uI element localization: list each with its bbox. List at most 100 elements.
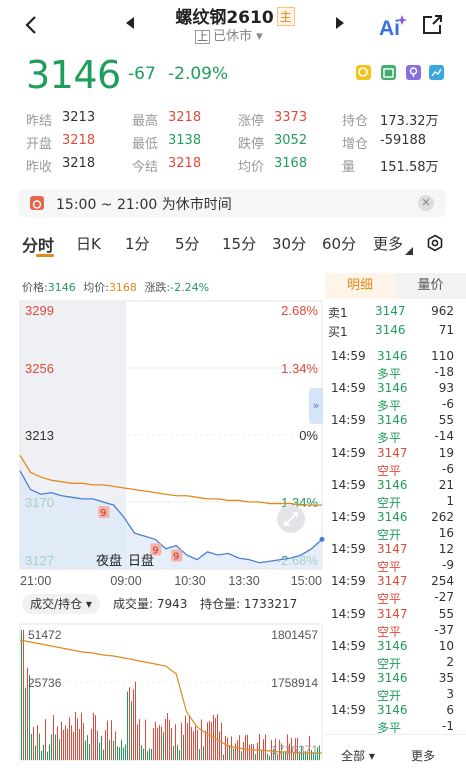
volume-bar xyxy=(189,715,190,760)
trade-row-detail: 空开 2 xyxy=(325,655,466,671)
more-trades-button[interactable]: 更多 xyxy=(411,747,435,764)
search-quote-icon[interactable] xyxy=(356,65,371,80)
market-status[interactable]: 上已休市 ▾ xyxy=(195,25,263,44)
tab-1min[interactable]: 1分 xyxy=(125,233,150,254)
trade-row: 14:59 3146 6 xyxy=(325,703,466,719)
oi-info: 持仓量: 1733217 xyxy=(200,595,297,612)
trade-qty: 254 xyxy=(431,574,454,589)
volume-bar xyxy=(73,731,74,760)
stat-label: 涨停 xyxy=(238,114,265,129)
trade-price: 3146 xyxy=(377,477,408,492)
volume-bar xyxy=(245,735,246,760)
trade-oi-change: -6 xyxy=(442,397,454,412)
trade-time: 14:59 xyxy=(331,349,366,363)
volume-value: 7943 xyxy=(156,597,188,611)
volume-bar xyxy=(241,751,242,760)
detail-footer: 全部 ▾ 更多 xyxy=(325,734,466,775)
volume-bar xyxy=(265,734,266,760)
trade-row: 14:59 3147 254 xyxy=(325,574,466,590)
volume-bar xyxy=(49,744,50,760)
stat-label: 最高 xyxy=(132,114,159,129)
trade-row-detail: 多平 -6 xyxy=(325,397,466,413)
tab-more[interactable]: 更多 xyxy=(373,233,414,255)
trade-price: 3147 xyxy=(377,574,408,589)
volume-bar xyxy=(263,739,264,760)
trade-time: 14:59 xyxy=(331,703,366,718)
trade-type: 空开 xyxy=(377,528,402,542)
tab-volume-price[interactable]: 量价 xyxy=(395,273,466,299)
tab-intraday[interactable]: 分时 xyxy=(22,232,54,256)
insight-icon[interactable] xyxy=(406,65,421,80)
chart-stats-icon[interactable] xyxy=(429,65,444,80)
alarm-clock-icon xyxy=(30,196,44,210)
volume-bar xyxy=(149,748,150,760)
trade-row: 14:59 3146 10 xyxy=(325,639,466,655)
marker-label: 9 xyxy=(173,552,179,563)
volume-bar xyxy=(217,714,218,760)
volume-oi-chart[interactable]: 51472 25736 1801457 1758914 1716371 xyxy=(0,622,325,762)
volume-bar xyxy=(135,681,136,760)
trade-type: 多平 xyxy=(377,367,402,381)
volume-bar xyxy=(181,722,182,760)
trade-time: 14:59 xyxy=(331,413,366,428)
stat-value: 3218 xyxy=(168,110,202,125)
stat-value: -59188 xyxy=(380,133,427,148)
volume-bar xyxy=(185,715,186,760)
close-icon[interactable]: ✕ xyxy=(418,195,434,211)
calendar-icon[interactable] xyxy=(381,65,396,80)
svg-text:Ai: Ai xyxy=(379,17,400,40)
trade-price: 3147 xyxy=(377,445,408,460)
volume-bar xyxy=(59,739,60,760)
trade-row-detail: 多平 -14 xyxy=(325,429,466,445)
volume-bar xyxy=(187,723,188,760)
share-icon[interactable] xyxy=(421,14,443,36)
tab-60min[interactable]: 60分 xyxy=(322,233,356,254)
prev-contract-icon[interactable] xyxy=(124,15,136,29)
volume-bar xyxy=(39,733,40,760)
volume-bar xyxy=(21,630,22,760)
trade-qty: 19 xyxy=(438,445,454,460)
chart-legend: 价格:3146 均价:3168 涨跌:-2.24% xyxy=(22,279,209,295)
fullscreen-icon[interactable] xyxy=(277,505,305,533)
tab-30min[interactable]: 30分 xyxy=(272,233,306,254)
trade-row-detail: 多平 -18 xyxy=(325,365,466,381)
tab-daily-k[interactable]: 日K xyxy=(76,233,101,254)
volume-bar xyxy=(63,729,64,760)
volume-bar xyxy=(173,745,174,760)
ai-assistant-icon[interactable]: Ai xyxy=(378,12,408,40)
stat-value: 3218 xyxy=(62,156,96,171)
oi-label: 持仓量: xyxy=(200,597,241,611)
trade-oi-change: -37 xyxy=(434,622,454,637)
price-legend-label: 价格: xyxy=(22,281,48,294)
volume-oi-selector[interactable]: 成交/持仓 ▾ xyxy=(22,594,100,614)
chg-legend-label: 涨跌: xyxy=(144,281,171,294)
volume-bar xyxy=(229,745,230,760)
volume-bar xyxy=(233,748,234,760)
volume-bar xyxy=(127,691,128,760)
intraday-price-chart[interactable]: 32992.68%32561.34%32130%3170-1.34%3127-2… xyxy=(0,297,325,589)
volume-bar xyxy=(227,737,228,760)
last-price-dot xyxy=(319,536,325,542)
tab-trade-detail[interactable]: 明细 xyxy=(325,273,395,299)
stat-value: 3168 xyxy=(274,156,308,171)
back-icon[interactable] xyxy=(22,14,42,36)
collapse-panel-icon[interactable]: » xyxy=(309,388,323,424)
volume-bar xyxy=(103,749,104,760)
stat-label: 今结 xyxy=(132,160,159,175)
trade-qty: 6 xyxy=(446,703,454,718)
volume-bar xyxy=(179,750,180,760)
filter-all-dropdown[interactable]: 全部 ▾ xyxy=(341,747,375,764)
settings-icon[interactable] xyxy=(426,234,444,252)
volume-bar xyxy=(125,744,126,760)
tab-15min[interactable]: 15分 xyxy=(222,233,256,254)
stat-value: 3373 xyxy=(274,110,308,125)
marker-label: 9 xyxy=(100,508,106,519)
trade-row-detail: 空平 -9 xyxy=(325,558,466,574)
volume-bar xyxy=(267,753,268,760)
tab-more-label: 更多 xyxy=(373,235,404,253)
volume-bar xyxy=(123,747,124,760)
next-contract-icon[interactable] xyxy=(334,15,346,29)
volume-bar xyxy=(251,744,252,760)
tab-5min[interactable]: 5分 xyxy=(175,233,200,254)
trade-type: 空平 xyxy=(377,592,402,607)
